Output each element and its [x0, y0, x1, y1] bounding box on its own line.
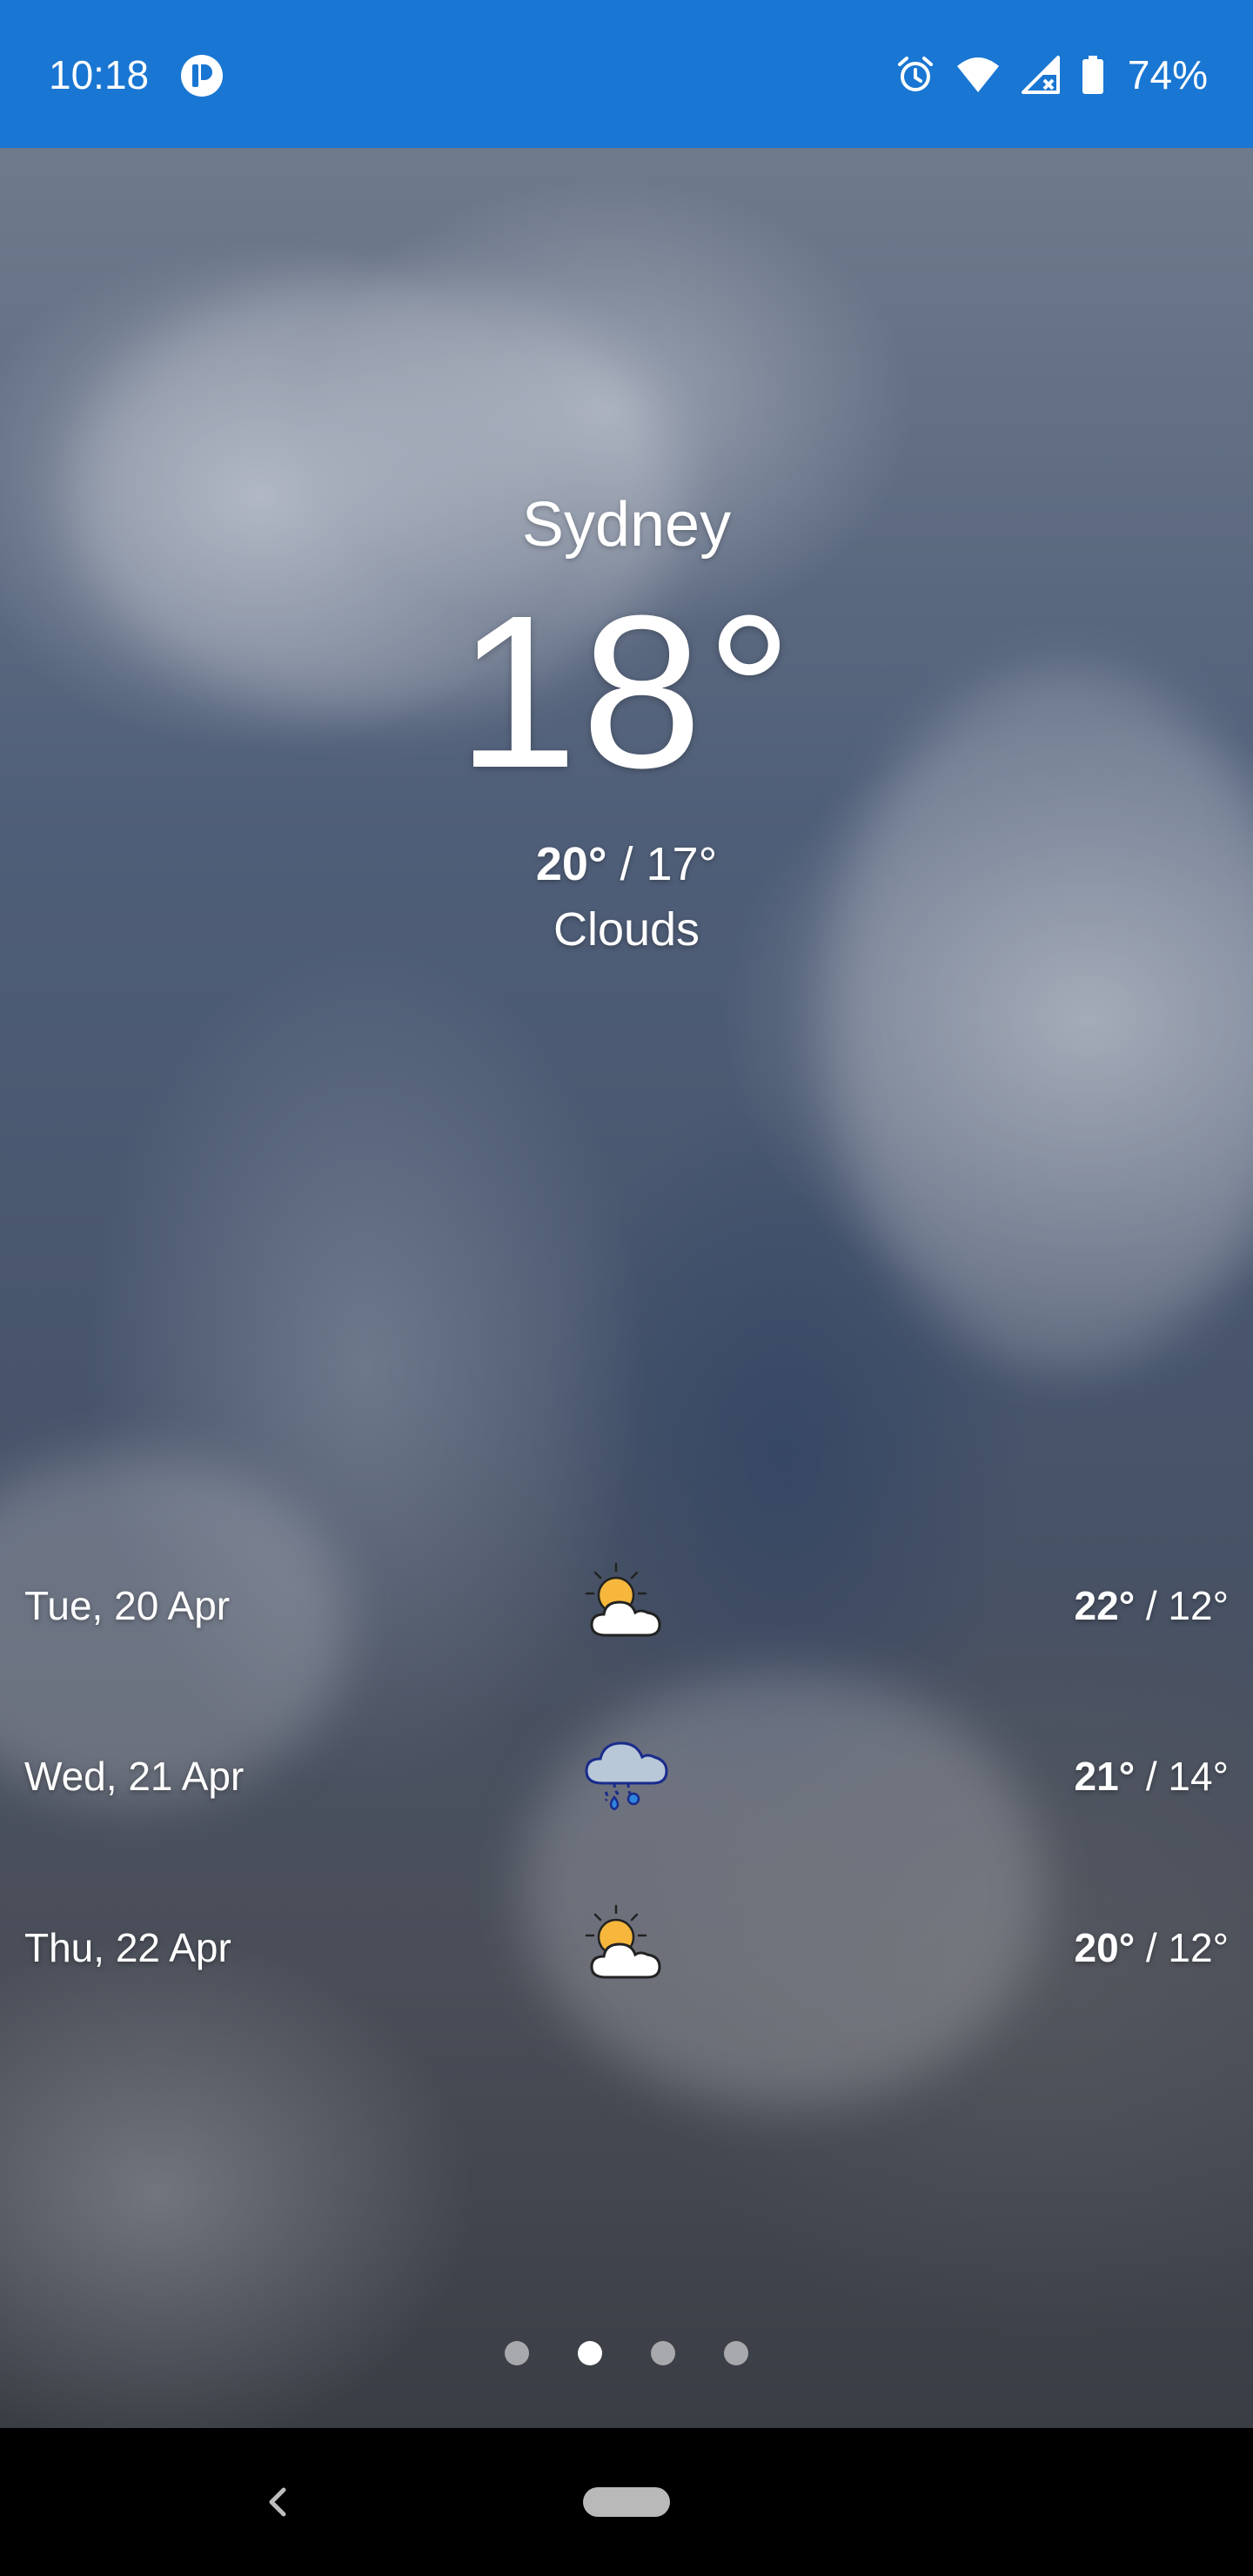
page-dot-active[interactable] [578, 2341, 602, 2365]
high-temperature: 20° [535, 838, 607, 890]
forecast-high: 22° [1074, 1583, 1136, 1628]
forecast-high: 21° [1074, 1754, 1136, 1799]
forecast-date: Tue, 20 Apr [24, 1583, 231, 1628]
high-low-temperature: 20° / 17° [0, 835, 1253, 893]
forecast-row: Thu, 22 Apr 20° / 12° [24, 1895, 1229, 2000]
weather-screen: 10:18 74% Sydney 18° 20° / 17° Clouds Tu… [0, 0, 1253, 2576]
page-dot[interactable] [651, 2341, 675, 2365]
forecast-date: Wed, 21 Apr [24, 1754, 245, 1799]
home-pill-icon[interactable] [583, 2487, 670, 2517]
alarm-icon [895, 54, 936, 96]
city-name: Sydney [521, 490, 732, 560]
forecast-temperatures: 20° / 12° [1075, 1922, 1229, 1974]
status-time: 10:18 [49, 52, 150, 97]
forecast-temperatures: 21° / 14° [1075, 1750, 1229, 1802]
status-icons: 74% [895, 50, 1208, 99]
forecast-row: Wed, 21 Apr 21° / 14° [24, 1724, 1229, 1828]
navigation-bar [0, 2428, 1253, 2576]
weather-condition: Clouds [553, 903, 700, 956]
forecast-high: 20° [1074, 1925, 1136, 1970]
back-chevron-icon[interactable] [252, 2476, 305, 2528]
battery-icon [1081, 54, 1105, 96]
partly-sunny-icon [580, 1902, 670, 1993]
forecast-temperatures: 22° / 12° [1075, 1580, 1229, 1632]
forecast-date: Thu, 22 Apr [24, 1925, 231, 1970]
partly-sunny-icon [580, 1560, 670, 1651]
rain-cloud-icon [580, 1731, 670, 1821]
status-bar: 10:18 74% [0, 0, 1253, 148]
forecast-low: / 14° [1135, 1754, 1229, 1799]
page-dot[interactable] [505, 2341, 529, 2365]
forecast-row: Tue, 20 Apr 22° / 12° [24, 1553, 1229, 1658]
low-temperature: / 17° [606, 838, 718, 890]
weather-panel[interactable]: Sydney 18° 20° / 17° Clouds Tue, 20 Apr [0, 148, 1253, 2428]
battery-percentage: 74% [1127, 52, 1208, 97]
page-dot[interactable] [724, 2341, 748, 2365]
page-indicator [0, 2341, 1253, 2365]
current-temperature: 18° [456, 570, 797, 813]
app-notification-icon [179, 53, 224, 98]
cell-signal-icon [1020, 54, 1062, 96]
wifi-icon [955, 56, 1001, 94]
forecast-low: / 12° [1135, 1925, 1229, 1970]
forecast-low: / 12° [1135, 1583, 1229, 1628]
